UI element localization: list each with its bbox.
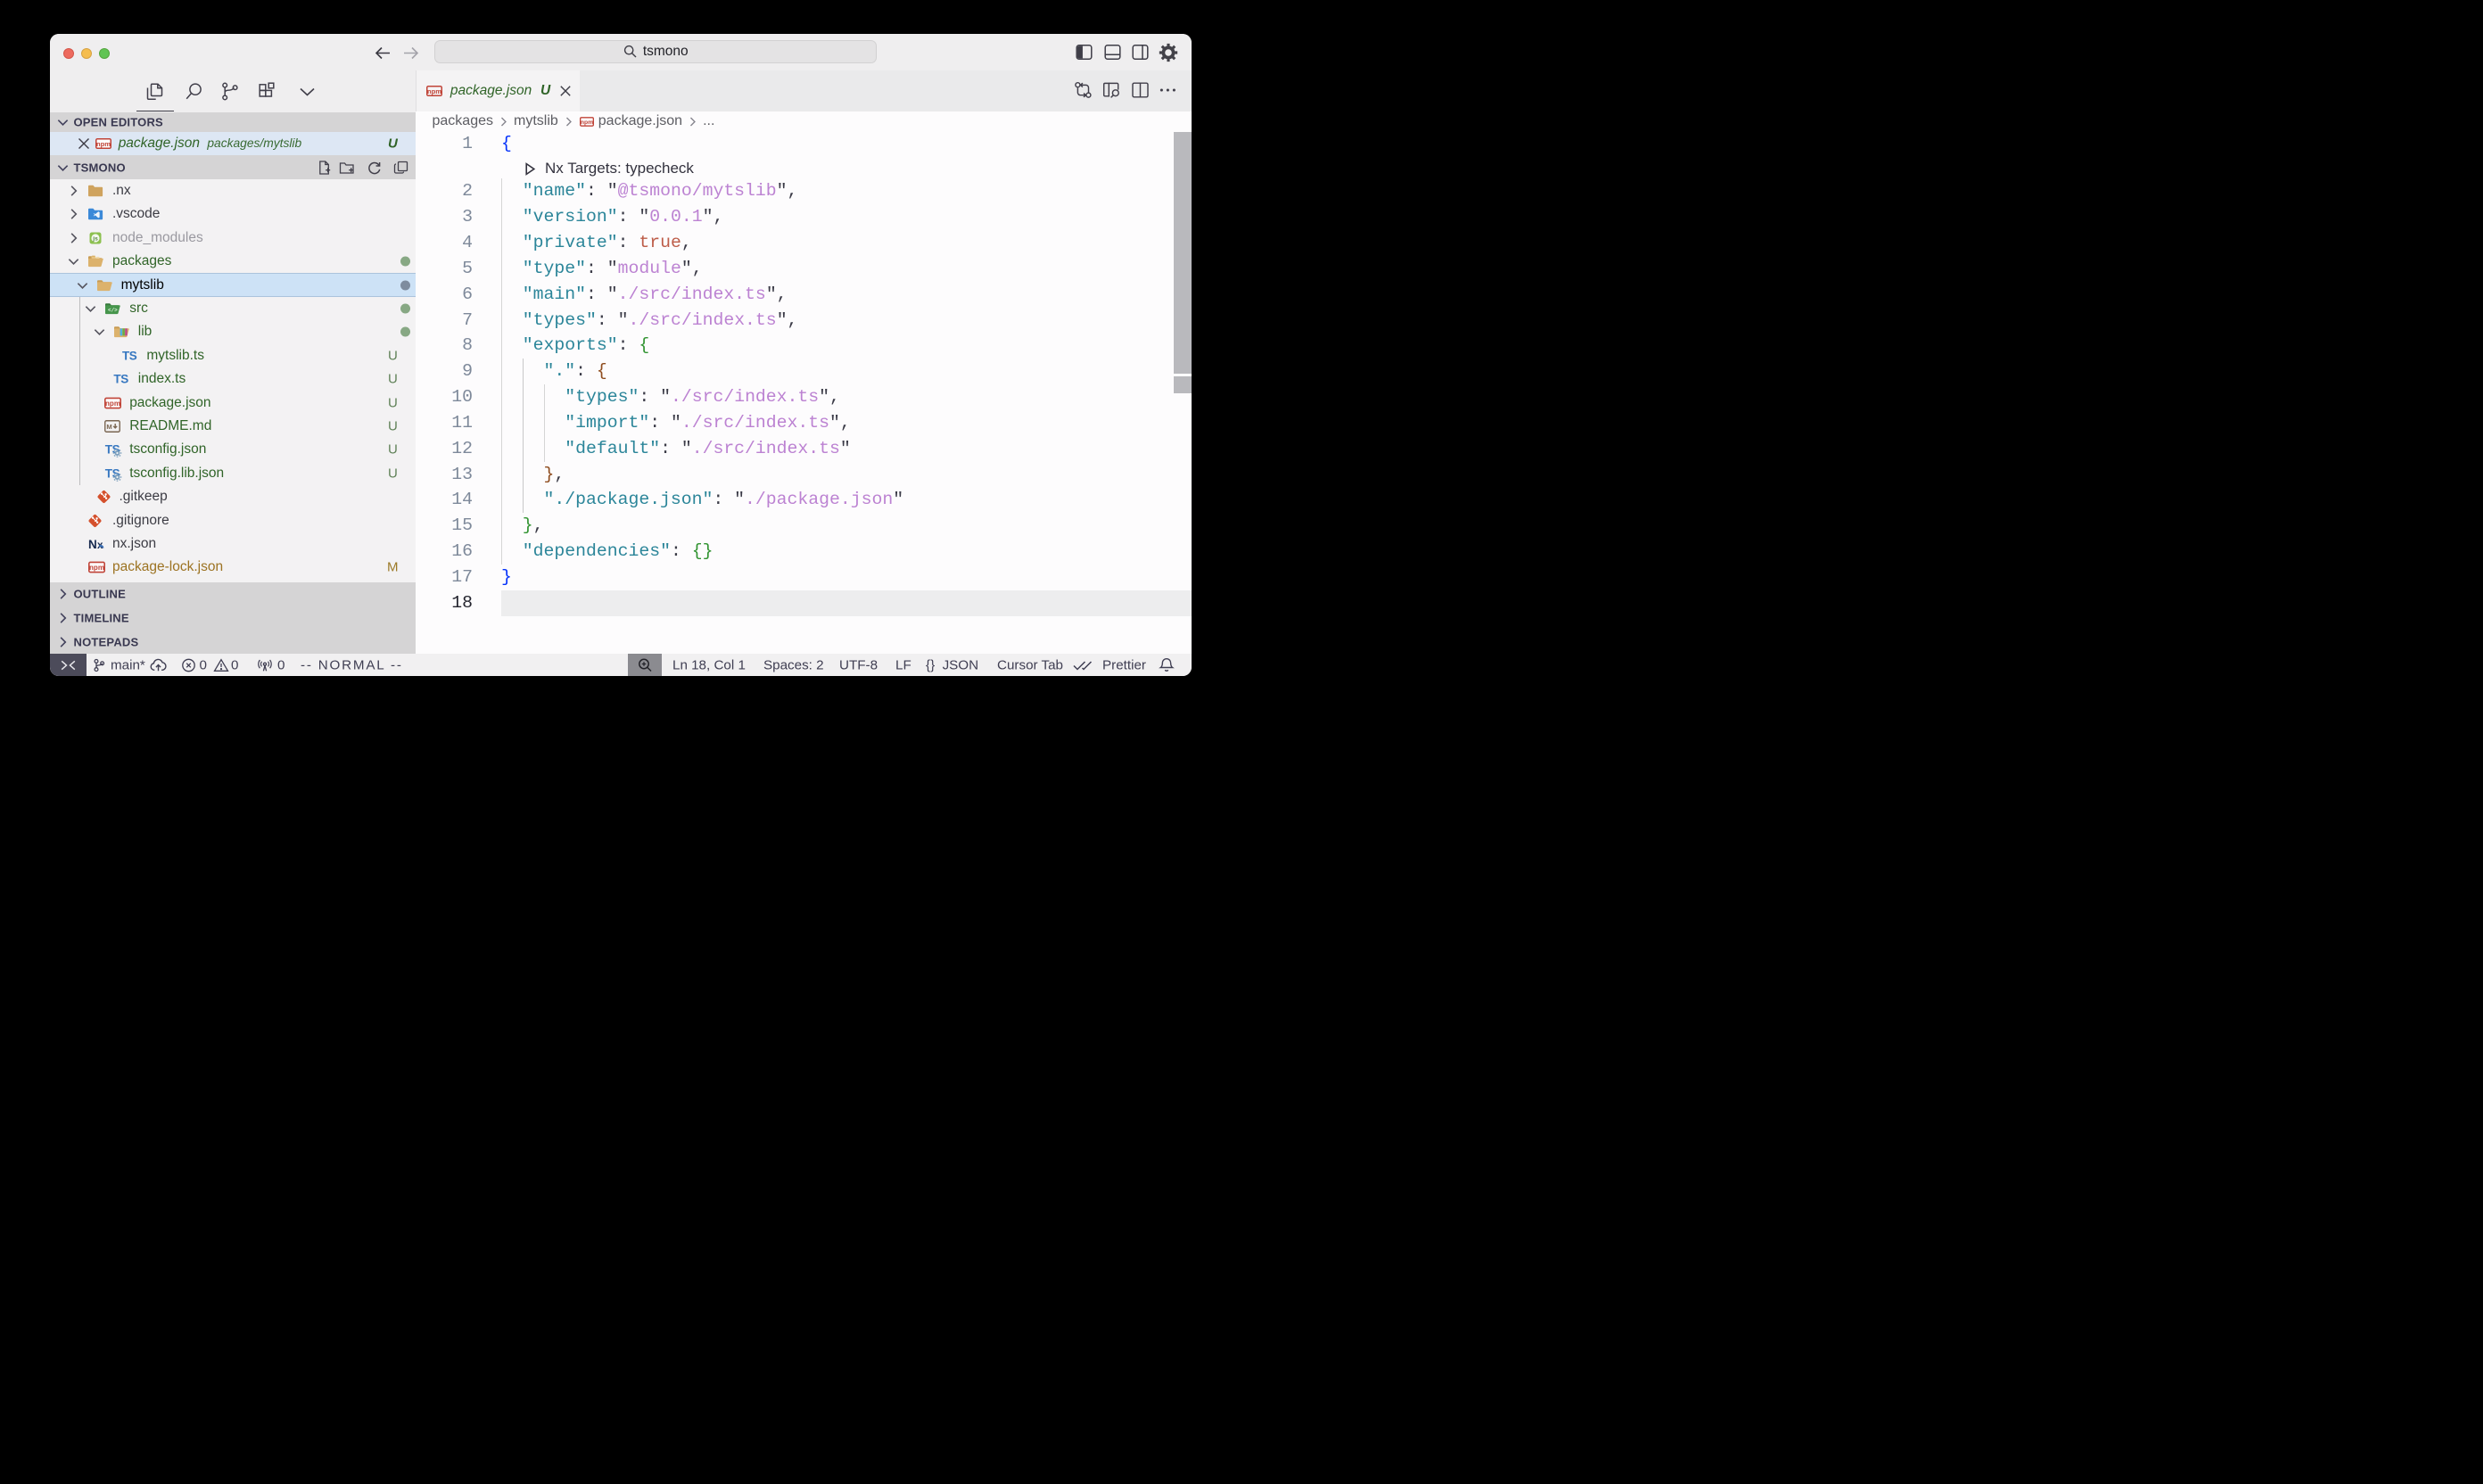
svg-text:npm: npm	[96, 140, 111, 148]
svg-text:M: M	[106, 423, 111, 431]
svg-text:npm: npm	[89, 565, 104, 573]
svg-text:npm: npm	[581, 120, 593, 126]
svg-text:N: N	[88, 538, 97, 551]
svg-text:</>: </>	[108, 308, 118, 314]
svg-text:npm: npm	[105, 400, 120, 408]
svg-text:js: js	[92, 235, 98, 242]
svg-text:npm: npm	[427, 87, 441, 95]
